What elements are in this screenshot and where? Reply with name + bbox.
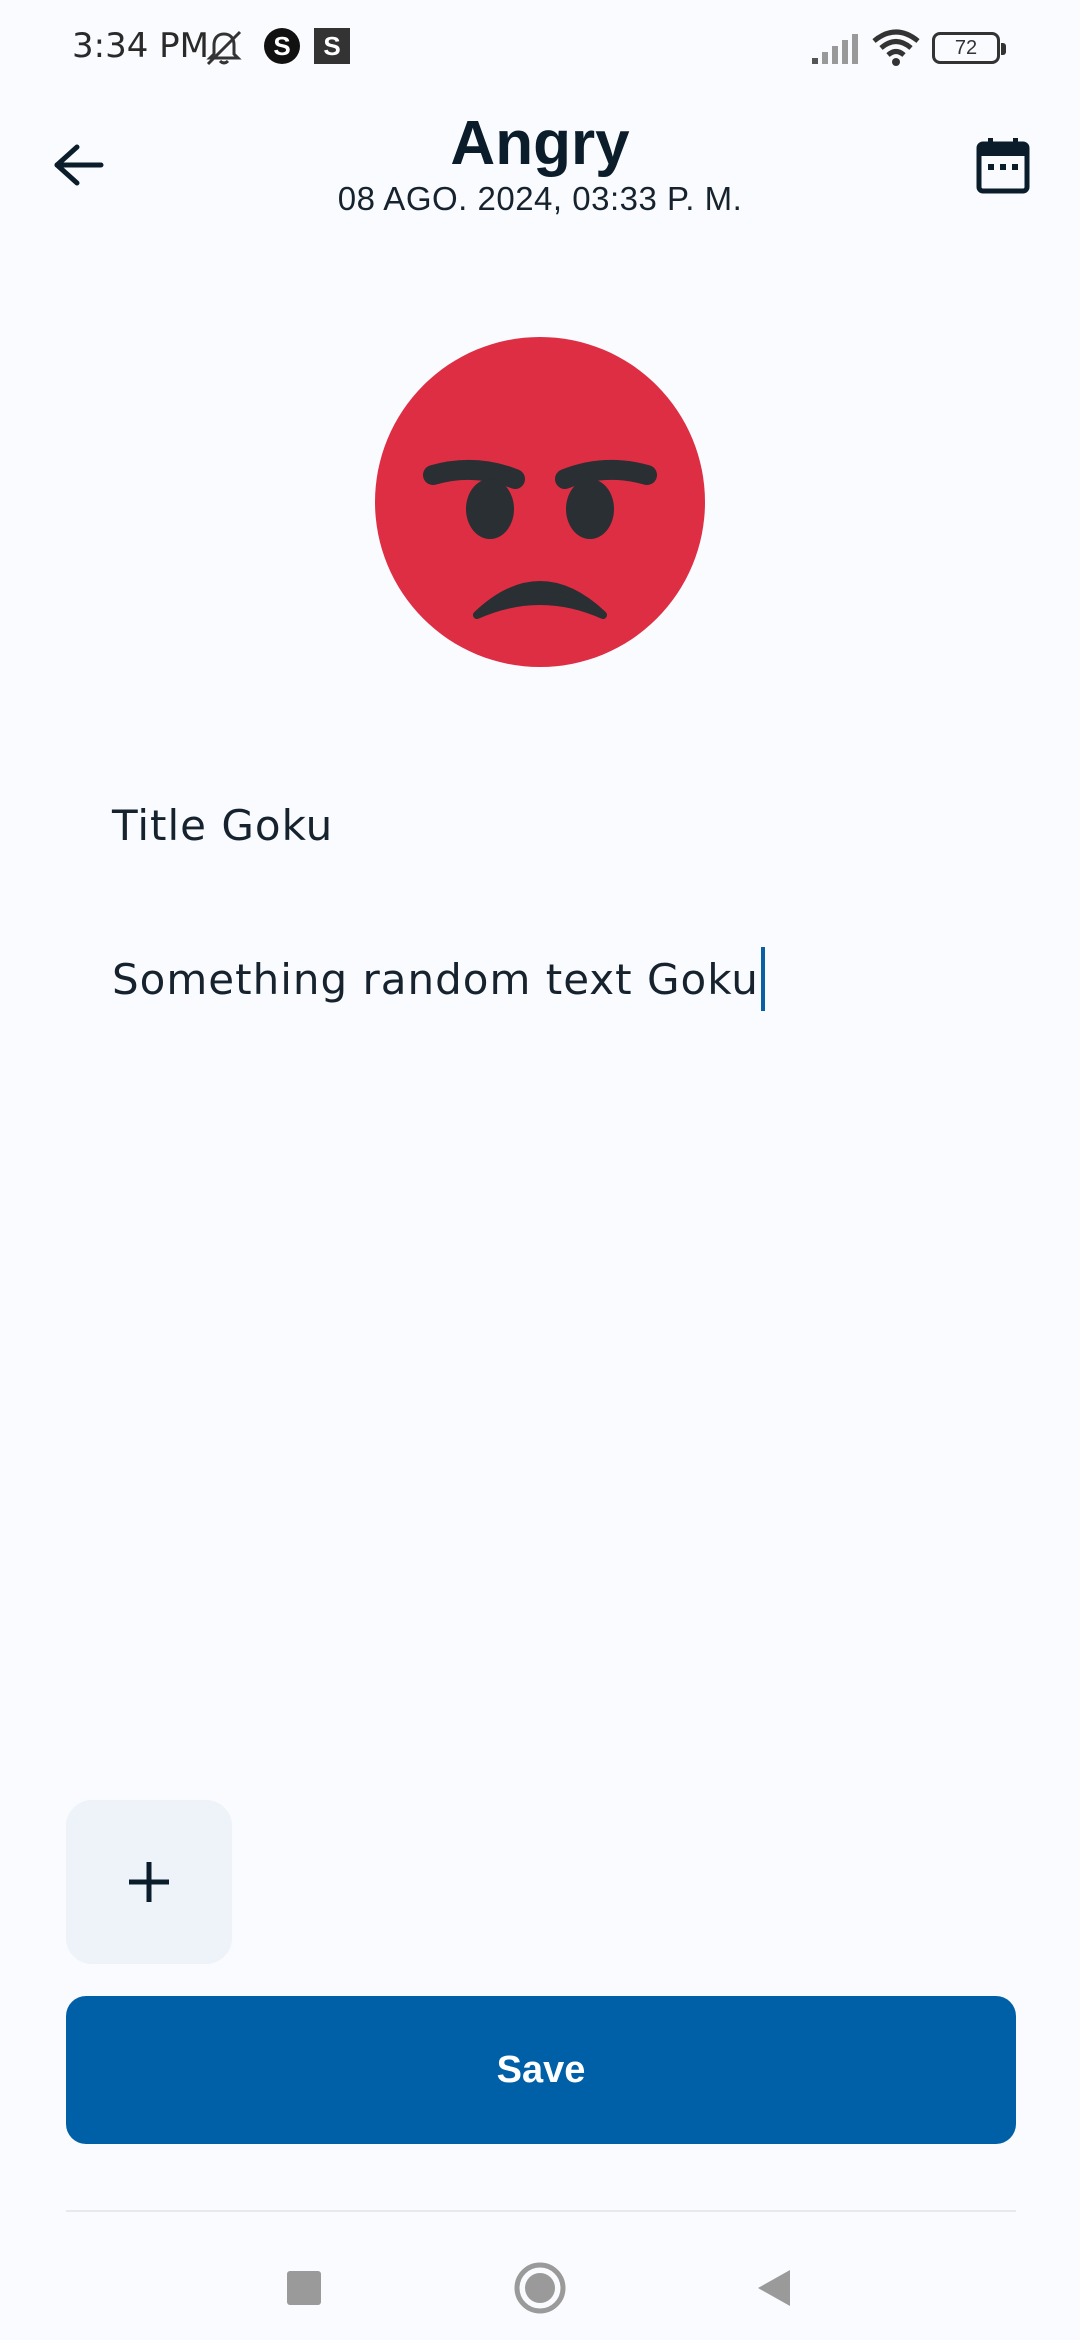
back-button[interactable] xyxy=(44,130,114,200)
calendar-icon xyxy=(976,138,1030,194)
page-title: Angry xyxy=(450,109,630,178)
back-triangle-icon xyxy=(758,2270,790,2306)
add-button[interactable] xyxy=(66,1800,232,1964)
text-caret xyxy=(760,947,765,1011)
body-input-value: Something random text Goku xyxy=(112,954,759,1004)
status-bar: 3:34 PM S S 72 xyxy=(0,0,1080,96)
s-circle-icon: S xyxy=(264,28,300,64)
arrow-back-icon xyxy=(54,144,104,186)
save-button[interactable]: Save xyxy=(66,1996,1016,2144)
title-input-value: Title Goku xyxy=(112,800,334,850)
s-square-icon: S xyxy=(314,28,350,64)
home-button[interactable] xyxy=(500,2248,580,2328)
recents-button[interactable] xyxy=(264,2248,344,2328)
title-input[interactable]: Title Goku xyxy=(72,780,1008,870)
angry-face-icon[interactable] xyxy=(375,337,705,667)
system-back-button[interactable] xyxy=(734,2248,814,2328)
mute-bell-icon xyxy=(204,28,244,68)
wifi-icon xyxy=(872,28,920,68)
entry-date: 08 AGO. 2024, 03:33 P. M. xyxy=(337,180,743,217)
recents-square-icon xyxy=(287,2271,321,2305)
body-input[interactable]: Something random text Goku xyxy=(72,934,1008,1024)
plus-icon xyxy=(129,1862,169,1902)
divider xyxy=(66,2210,1016,2212)
home-circle-icon xyxy=(514,2262,566,2314)
calendar-button[interactable] xyxy=(968,130,1038,200)
status-time: 3:34 PM xyxy=(72,26,209,66)
signal-icon xyxy=(810,28,860,68)
battery-icon: 72 xyxy=(932,32,1006,64)
